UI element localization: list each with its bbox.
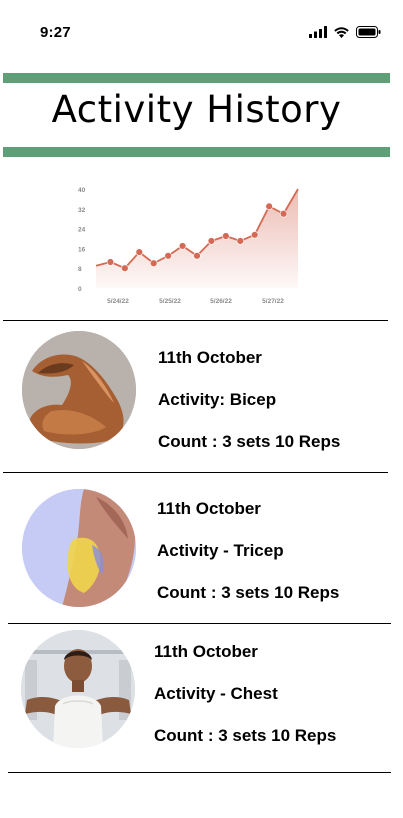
activity-name: Activity - Chest bbox=[154, 684, 278, 703]
activity-card[interactable]: 11th October Activity - Tricep Count : 3… bbox=[0, 473, 403, 623]
data-point bbox=[236, 237, 244, 245]
data-point bbox=[121, 264, 129, 272]
x-tick-label: 5/26/22 bbox=[210, 298, 232, 305]
data-point bbox=[150, 259, 158, 267]
status-bar: 9:27 bbox=[0, 0, 403, 60]
divider bbox=[8, 772, 391, 773]
activity-date: 11th October bbox=[158, 348, 262, 367]
activity-card[interactable]: 11th October Activity - Chest Count : 3 … bbox=[0, 624, 403, 774]
status-icons bbox=[309, 26, 381, 38]
tricep-image bbox=[22, 489, 136, 607]
activity-name: Activity - Tricep bbox=[157, 541, 284, 560]
data-point bbox=[106, 258, 115, 266]
activity-name: Activity: Bicep bbox=[158, 390, 277, 409]
y-tick-label: 24 bbox=[78, 227, 86, 234]
signal-icon bbox=[309, 26, 327, 38]
activity-card[interactable]: 11th October Activity: Bicep Count : 3 s… bbox=[0, 321, 403, 471]
x-tick-label: 5/25/22 bbox=[159, 298, 181, 305]
data-point bbox=[207, 237, 216, 245]
activity-count: Count : 3 sets 10 Reps bbox=[158, 432, 341, 451]
data-point bbox=[251, 231, 259, 239]
activity-count: Count : 3 sets 10 Reps bbox=[157, 583, 340, 602]
data-point bbox=[164, 252, 172, 260]
bicep-image bbox=[22, 331, 136, 449]
x-tick-label: 5/27/22 bbox=[262, 298, 284, 305]
y-tick-label: 0 bbox=[78, 286, 82, 293]
data-point bbox=[265, 202, 273, 211]
activity-date: 11th October bbox=[154, 642, 258, 661]
x-tick-label: 5/24/22 bbox=[107, 298, 129, 305]
header-bottom-stripe bbox=[3, 147, 390, 157]
activity-chart: 0 8 16 24 32 40 5/24/22 5/25/22 5/26/22 5/27/22 bbox=[78, 187, 299, 305]
wifi-icon bbox=[334, 27, 349, 38]
data-point bbox=[279, 210, 288, 218]
data-point bbox=[135, 248, 143, 256]
battery-icon bbox=[356, 26, 381, 38]
bicep-avatar bbox=[22, 331, 136, 449]
y-tick-label: 32 bbox=[78, 207, 86, 214]
y-tick-label: 40 bbox=[78, 187, 86, 194]
y-tick-label: 16 bbox=[78, 246, 86, 253]
tricep-avatar bbox=[22, 489, 136, 607]
chest-avatar bbox=[21, 630, 135, 748]
activity-date: 11th October bbox=[157, 499, 261, 518]
data-point bbox=[193, 252, 201, 260]
status-time: 9:27 bbox=[40, 24, 71, 41]
activity-count: Count : 3 sets 10 Reps bbox=[154, 726, 337, 745]
chest-image bbox=[21, 630, 135, 748]
y-tick-label: 8 bbox=[78, 266, 82, 273]
data-point bbox=[222, 232, 230, 240]
header-top-stripe bbox=[3, 73, 390, 83]
data-point bbox=[178, 242, 187, 250]
page-title: Activity History bbox=[51, 88, 342, 131]
